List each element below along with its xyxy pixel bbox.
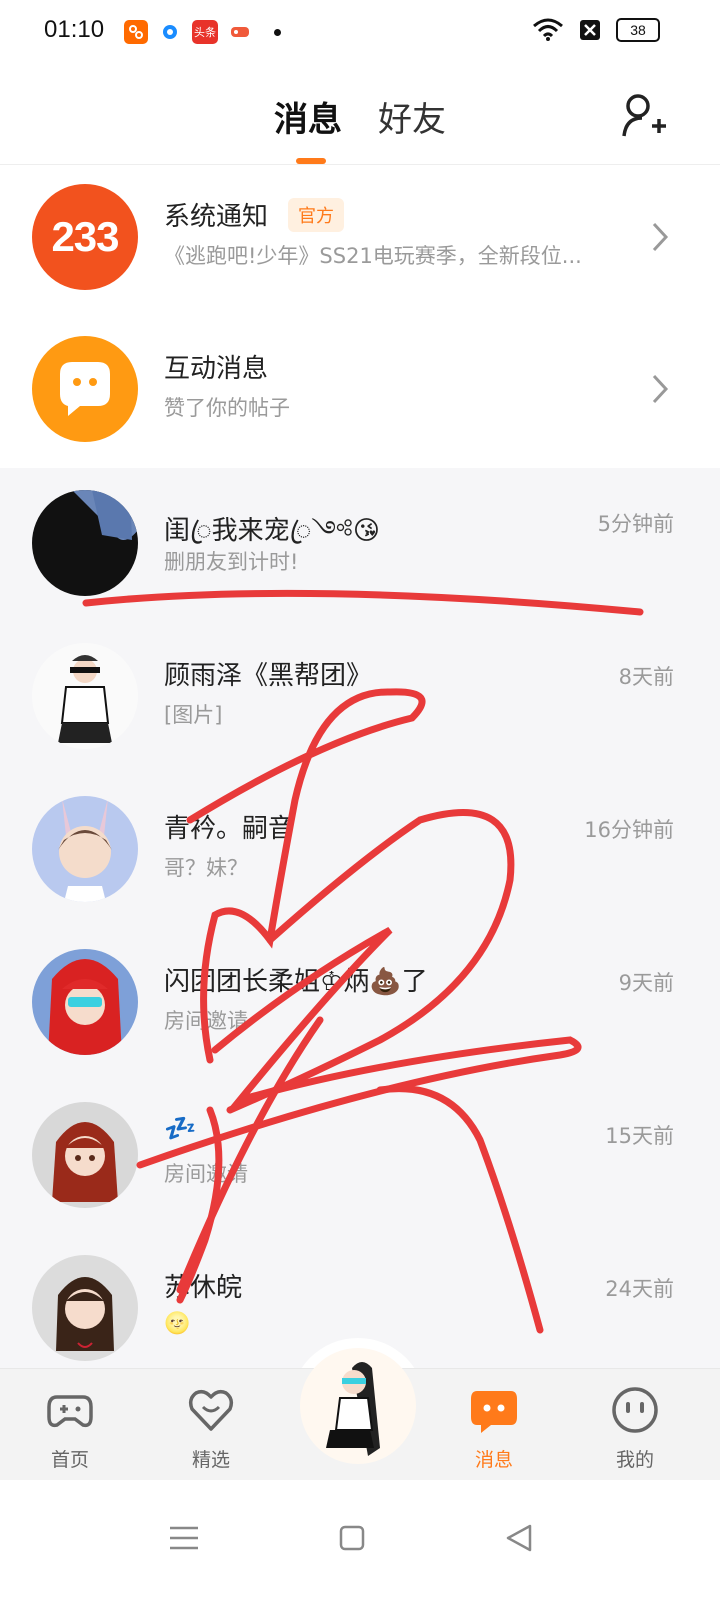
nav-profile[interactable]: 我的	[585, 1385, 685, 1472]
chat-row[interactable]: 闪团团长柔姐♔炳💩了 房间邀请 9天前	[0, 927, 720, 1081]
message-header: 消息 好友	[0, 70, 720, 165]
chat-row[interactable]: 青衿。嗣音 哥？妹？ 16分钟前	[0, 774, 720, 928]
chat-time: 8天前	[618, 665, 674, 689]
chat-row[interactable]: 顾雨泽《黑帮团》 [图片] 8天前	[0, 621, 720, 775]
add-friend-icon[interactable]	[620, 92, 668, 140]
chat-time: 15天前	[605, 1124, 674, 1148]
system-notification-row[interactable]: 233 系统通知 官方 《逃跑吧!少年》SS21电玩赛季，全新段位...	[0, 162, 720, 316]
tab-messages[interactable]: 消息	[274, 92, 342, 141]
game-icon	[228, 20, 252, 44]
notification-dot-icon	[274, 28, 281, 36]
status-bar: 01:10 头条 38	[0, 0, 720, 64]
system-notification-preview: 《逃跑吧!少年》SS21电玩赛季，全新段位...	[164, 244, 582, 268]
chevron-right-icon	[652, 374, 669, 404]
chat-time: 5分钟前	[597, 512, 674, 536]
browser-icon	[158, 20, 182, 44]
nav-home[interactable]: 首页	[20, 1385, 120, 1472]
back-triangle-icon[interactable]	[500, 1518, 540, 1558]
chat-time: 24天前	[605, 1277, 674, 1301]
chat-time: 9天前	[618, 971, 674, 995]
nav-messages-label: 消息	[474, 1449, 513, 1471]
app-233-icon	[124, 20, 148, 44]
chat-name: 青衿。嗣音	[164, 814, 295, 844]
gamepad-icon	[47, 1395, 93, 1428]
chat-preview: 删朋友到计时!	[164, 550, 299, 574]
chat-row[interactable]: 闺ꦿ我来宠ꦿ༺😘 删朋友到计时! 5分钟前	[0, 468, 720, 622]
heart-icon	[188, 1389, 234, 1431]
nav-home-label: 首页	[50, 1449, 89, 1471]
chat-avatar	[32, 1102, 138, 1208]
wifi-icon	[533, 18, 563, 41]
system-navigation-bar	[0, 1480, 720, 1600]
battery-indicator: 38	[616, 18, 660, 42]
message-bubble-icon	[471, 1391, 517, 1433]
interaction-avatar	[32, 336, 138, 442]
chat-preview: [图片]	[164, 703, 223, 727]
chat-avatar	[32, 490, 138, 596]
nav-messages[interactable]: 消息	[444, 1385, 544, 1472]
smiley-face-icon	[612, 1387, 658, 1433]
interaction-messages-row[interactable]: 互动消息 赞了你的帖子	[0, 314, 720, 468]
chat-name: 💤	[164, 1114, 197, 1144]
status-right: 38	[532, 18, 660, 42]
sim-off-icon	[580, 20, 600, 40]
chat-row[interactable]: 💤 房间邀请 15天前	[0, 1080, 720, 1234]
avatar-233-text: 233	[51, 213, 119, 260]
chat-name: 闪团团长柔姐♔炳💩了	[164, 967, 428, 997]
nav-profile-label: 我的	[615, 1449, 654, 1471]
chevron-right-icon	[652, 222, 669, 252]
chat-preview: 房间邀请	[164, 1009, 248, 1033]
chat-avatar	[32, 949, 138, 1055]
system-notification-avatar: 233	[32, 184, 138, 290]
status-time: 01:10	[44, 16, 105, 43]
official-badge: 官方	[288, 197, 345, 232]
chat-list: 闺ꦿ我来宠ꦿ༺😘 删朋友到计时! 5分钟前 顾雨泽《黑帮团》 [图片] 8天前 …	[0, 468, 720, 1368]
status-app-icons: 头条	[124, 20, 281, 44]
chat-bubble-face-icon	[60, 362, 110, 416]
chat-name: 顾雨泽《黑帮团》	[164, 661, 373, 691]
chat-avatar	[32, 1255, 138, 1361]
interaction-preview: 赞了你的帖子	[164, 396, 290, 420]
row-title: 系统通知 官方	[164, 196, 345, 233]
menu-icon[interactable]	[164, 1518, 204, 1558]
chat-avatar	[32, 643, 138, 749]
chat-preview: 🌝	[164, 1311, 191, 1335]
center-avatar-button[interactable]	[300, 1348, 416, 1464]
home-square-icon[interactable]	[332, 1518, 372, 1558]
nav-featured[interactable]: 精选	[161, 1385, 261, 1472]
chat-avatar	[32, 796, 138, 902]
nav-featured-label: 精选	[191, 1449, 230, 1471]
toutiao-icon: 头条	[192, 20, 218, 44]
chat-name: 苏休皖	[164, 1273, 243, 1303]
tab-friends[interactable]: 好友	[378, 92, 446, 141]
chat-time: 16分钟前	[584, 818, 674, 842]
chat-preview: 房间邀请	[164, 1162, 248, 1186]
chat-preview: 哥？妹？	[164, 856, 248, 880]
character-avatar	[326, 1362, 380, 1456]
system-notification-title: 系统通知	[164, 202, 269, 232]
row-title: 互动消息	[164, 348, 268, 385]
interaction-title: 互动消息	[164, 354, 269, 384]
